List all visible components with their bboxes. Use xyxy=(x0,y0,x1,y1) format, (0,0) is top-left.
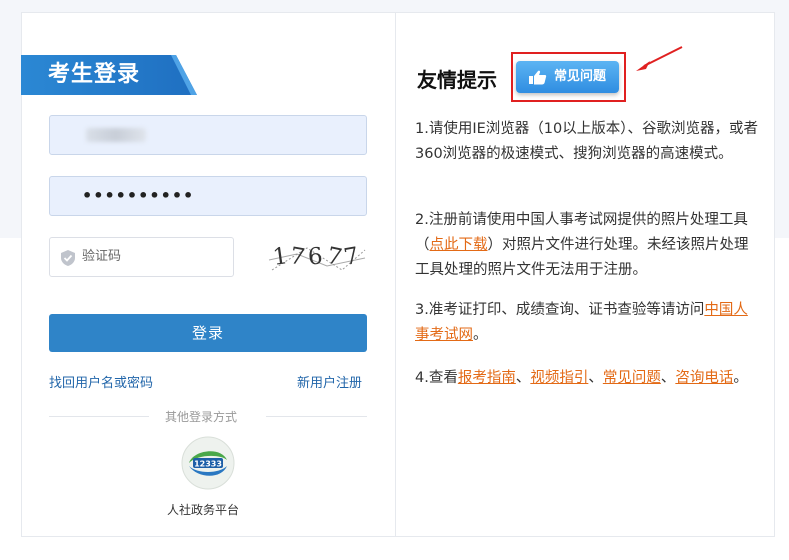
other-methods-label: 其他登录方式 xyxy=(165,410,238,424)
svg-text:12333: 12333 xyxy=(194,460,222,469)
captcha-placeholder: 验证码 xyxy=(82,249,122,264)
password-value: •••••••••• xyxy=(82,186,195,205)
platform-label: 人社政务平台 xyxy=(167,503,240,517)
login-button[interactable]: 登录 xyxy=(49,314,367,352)
tip-item-4-sep-2: 、 xyxy=(588,370,603,386)
tips-title: 友情提示 xyxy=(417,68,497,92)
tip-item-3-suffix: 。 xyxy=(473,327,488,343)
captcha-input[interactable]: 验证码 xyxy=(49,237,234,277)
consult-phone-link[interactable]: 咨询电话 xyxy=(675,370,733,386)
photo-tool-download-link[interactable]: 点此下载 xyxy=(430,237,488,253)
annotation-arrow-icon xyxy=(636,46,683,71)
tip-item-4-sep-1: 、 xyxy=(515,370,531,386)
vertical-divider xyxy=(395,12,396,537)
faq-button[interactable]: 常见问题 xyxy=(516,61,619,93)
shield-icon xyxy=(61,250,75,266)
forgot-credentials-link[interactable]: 找回用户名或密码 xyxy=(49,372,153,391)
tip-item-4-sep-3: 、 xyxy=(660,370,676,386)
login-title: 考生登录 xyxy=(48,62,141,87)
tip-item-4: 4.查看报考指南、视频指引、常见问题、咨询电话。 xyxy=(415,366,760,391)
tip-item-3: 3.准考证打印、成绩查询、证书查验等请访问中国人事考试网。 xyxy=(415,298,760,348)
faq-link[interactable]: 常见问题 xyxy=(603,370,661,386)
platform-logo-icon[interactable]: 12333 xyxy=(181,436,235,490)
tip-item-4-prefix: 4.查看 xyxy=(415,370,458,386)
exam-guide-link[interactable]: 报考指南 xyxy=(458,370,516,386)
tip-item-1: 1.请使用IE浏览器（10以上版本）、谷歌浏览器，或者360浏览器的极速模式、搜… xyxy=(415,121,758,162)
tip-item-2: 2.注册前请使用中国人事考试网提供的照片处理工具（点此下载）对照片文件进行处理。… xyxy=(415,208,760,283)
faq-button-label: 常见问题 xyxy=(554,69,607,84)
captcha-image[interactable]: 1 7 6 7 7 xyxy=(267,240,367,276)
pointing-hand-icon xyxy=(529,70,547,85)
captcha-char-3: 6 xyxy=(307,243,324,271)
other-methods-line-left xyxy=(49,416,149,417)
register-link[interactable]: 新用户注册 xyxy=(297,372,362,391)
video-guide-link[interactable]: 视频指引 xyxy=(530,370,588,386)
tip-item-4-suffix: 。 xyxy=(733,370,748,386)
other-methods-line-right xyxy=(266,416,367,417)
tip-item-3-prefix: 3.准考证打印、成绩查询、证书查验等请访问 xyxy=(415,302,705,318)
username-blurred-value xyxy=(86,128,146,142)
password-input[interactable]: •••••••••• xyxy=(49,176,367,216)
username-input[interactable] xyxy=(49,115,367,155)
